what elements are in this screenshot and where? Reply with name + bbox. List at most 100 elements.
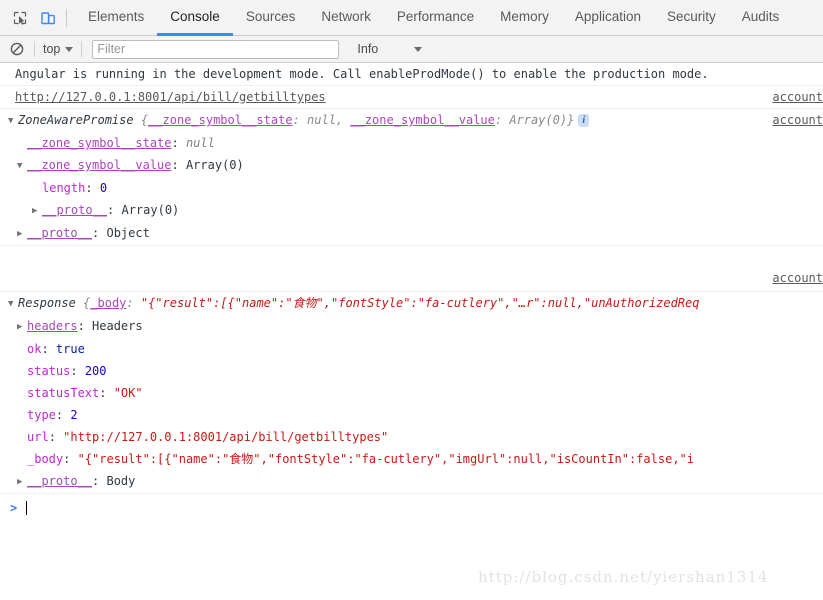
log-level-select[interactable]: Info xyxy=(357,42,423,56)
tab-security[interactable]: Security xyxy=(654,0,729,36)
property-value: Body xyxy=(106,474,136,488)
property-value: 0 xyxy=(99,181,108,195)
property-key: __proto__ xyxy=(27,474,93,488)
property-value: 200 xyxy=(84,364,107,378)
property-value: true xyxy=(55,342,85,356)
tab-elements[interactable]: Elements xyxy=(75,0,157,36)
disclosure-triangle-open-icon[interactable]: ▼ xyxy=(17,158,27,174)
filter-input[interactable] xyxy=(92,39,340,59)
property-key: url xyxy=(27,430,49,444)
property-value: 2 xyxy=(70,408,78,422)
request-url-link[interactable]: http://127.0.0.1:8001/api/bill/getbillty… xyxy=(15,90,326,104)
promise-property-row: length: 0 xyxy=(0,177,823,199)
response-property-row: type: 2 xyxy=(0,404,823,426)
response-property-row: ▶ headers: Headers xyxy=(0,315,823,338)
preview-colon-1: : xyxy=(292,113,308,127)
property-key: length xyxy=(42,181,86,195)
tab-performance[interactable]: Performance xyxy=(384,0,487,36)
property-value: Object xyxy=(106,226,150,240)
console-message-response: ▼ Response {_body: "{"result":[{"name":"食… xyxy=(0,292,823,315)
toolbar-divider xyxy=(34,41,35,57)
tab-console[interactable]: Console xyxy=(157,0,233,36)
tab-label: Network xyxy=(321,8,371,24)
prompt-text-cursor xyxy=(26,501,28,515)
inspect-element-icon[interactable] xyxy=(6,4,34,32)
tab-memory[interactable]: Memory xyxy=(487,0,562,36)
tab-application[interactable]: Application xyxy=(562,0,654,36)
promise-property-row: ▶ __proto__: Array(0) xyxy=(0,199,823,222)
object-preview-open: { xyxy=(140,113,149,127)
property-key: _body xyxy=(27,452,64,466)
devtools-tabbar: Elements Console Sources Network Perform… xyxy=(0,0,823,36)
property-colon: : xyxy=(99,386,114,400)
execution-context-label: top xyxy=(43,42,61,56)
console-message-list: Angular is running in the development mo… xyxy=(0,63,823,522)
clear-console-icon[interactable] xyxy=(8,40,26,58)
source-anchor-link[interactable]: account xyxy=(772,89,823,105)
property-colon: : xyxy=(63,452,78,466)
property-key: headers xyxy=(27,319,78,333)
source-anchor-link[interactable]: account xyxy=(772,112,823,128)
property-key: __zone_symbol__state xyxy=(27,136,172,150)
preview-value-1: null xyxy=(307,113,336,127)
tab-audits[interactable]: Audits xyxy=(729,0,793,36)
property-colon: : xyxy=(77,319,93,333)
log-level-label: Info xyxy=(357,42,379,56)
property-value: Array(0) xyxy=(185,158,244,172)
response-property-row: url: "http://127.0.0.1:8001/api/bill/get… xyxy=(0,426,823,448)
execution-context-select[interactable]: top xyxy=(43,42,74,56)
object-class-name: Response xyxy=(18,296,76,310)
tab-label: Security xyxy=(666,8,716,24)
property-colon: : xyxy=(92,226,107,240)
console-message-promise: ▼ ZoneAwarePromise {__zone_symbol__state:… xyxy=(0,109,823,132)
preview-property-key: _body xyxy=(90,296,127,310)
watermark: http://blog.csdn.net/yiershan1314 xyxy=(478,568,769,586)
property-colon: : xyxy=(41,342,56,356)
preview-colon-2: : xyxy=(494,113,510,127)
console-prompt-row[interactable]: > xyxy=(0,494,823,522)
source-anchor-link[interactable]: account xyxy=(772,271,823,285)
disclosure-triangle-closed-icon[interactable]: ▶ xyxy=(32,203,42,219)
property-colon: : xyxy=(48,430,64,444)
chevron-down-icon xyxy=(414,46,423,52)
console-toolbar: top Info xyxy=(0,36,823,63)
disclosure-triangle-closed-icon[interactable]: ▶ xyxy=(17,226,27,242)
property-value: "OK" xyxy=(113,386,143,400)
message-text: Angular is running in the development mo… xyxy=(15,67,709,81)
response-property-row: statusText: "OK" xyxy=(0,382,823,404)
property-value: Array(0) xyxy=(121,203,180,217)
disclosure-triangle-closed-icon[interactable]: ▶ xyxy=(17,319,27,335)
response-property-row: status: 200 xyxy=(0,360,823,382)
toolbar-divider xyxy=(66,8,67,27)
property-colon: : xyxy=(70,364,85,378)
property-colon: : xyxy=(85,181,100,195)
disclosure-triangle-closed-icon[interactable]: ▶ xyxy=(17,474,27,490)
promise-property-row: __zone_symbol__state: null xyxy=(0,132,823,154)
tab-label: Application xyxy=(574,8,641,24)
preview-comma: , xyxy=(335,113,351,127)
disclosure-triangle-open-icon[interactable]: ▼ xyxy=(8,113,18,129)
panel-tabs: Elements Console Sources Network Perform… xyxy=(75,0,823,36)
preview-property-2: __zone_symbol__value xyxy=(350,113,495,127)
property-key: statusText xyxy=(27,386,100,400)
preview-body-value: "{"result":[{"name":"食物","fontStyle":"fa… xyxy=(140,296,700,310)
tab-label: Memory xyxy=(500,8,549,24)
object-preview-close: } xyxy=(567,113,575,127)
chevron-down-icon xyxy=(65,46,74,52)
info-badge-icon[interactable]: i xyxy=(578,114,590,127)
device-toolbar-icon[interactable] xyxy=(34,4,62,32)
tab-label: Console xyxy=(170,8,220,24)
prompt-arrow-icon: > xyxy=(10,501,18,515)
disclosure-triangle-open-icon[interactable]: ▼ xyxy=(8,296,18,312)
tab-sources[interactable]: Sources xyxy=(233,0,309,36)
property-value: Headers xyxy=(92,319,143,333)
property-value: "{"result":[{"name":"食物","fontStyle":"fa… xyxy=(77,452,694,466)
console-message-angular-notice: Angular is running in the development mo… xyxy=(0,63,823,86)
object-class-name: ZoneAwarePromise xyxy=(18,113,134,127)
response-property-row: ok: true xyxy=(0,338,823,360)
response-property-row: ▶ __proto__: Body xyxy=(0,470,823,494)
preview-value-2: Array(0) xyxy=(509,113,568,127)
property-key: status xyxy=(27,364,71,378)
property-key: ok xyxy=(27,342,42,356)
tab-network[interactable]: Network xyxy=(308,0,384,36)
